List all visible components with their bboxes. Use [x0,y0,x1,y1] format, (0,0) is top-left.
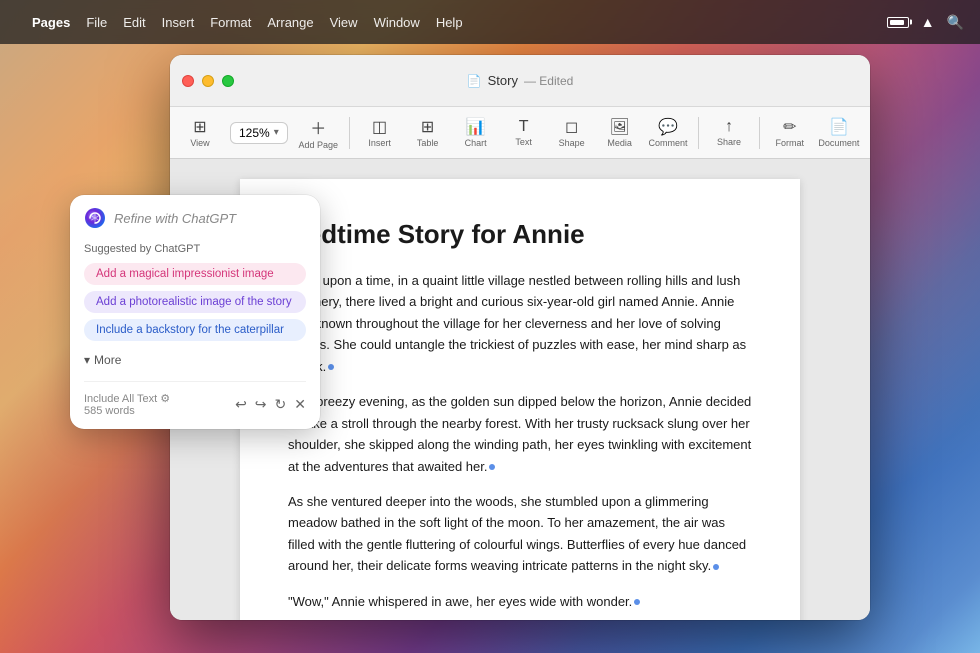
addpage-icon: ＋ [310,115,326,139]
menu-help[interactable]: Help [436,15,463,30]
traffic-lights [182,75,234,87]
format-label: Format [776,138,805,148]
chatgpt-input-row: Refine with ChatGPT [84,207,306,229]
more-button[interactable]: ▾ More [84,351,121,369]
toolbar-view-group: ⊞ View [178,113,222,152]
settings-icon[interactable]: ⚙ [160,393,170,405]
document-btn-icon: 📄 [829,117,849,137]
document-heading: Bedtime Story for Annie [288,219,752,250]
zoom-control[interactable]: 125% ▾ [230,122,288,144]
menubar-right: ▲ 🔍 [887,14,964,31]
suggestion-3[interactable]: Include a backstory for the caterpillar [84,319,306,341]
insert-icon: ◫ [372,117,387,137]
format-icon: ✏ [783,117,796,137]
suggested-by-label: Suggested by ChatGPT [84,243,306,255]
shape-label: Shape [559,138,585,148]
para-marker-3 [713,564,719,570]
menubar-items: File Edit Insert Format Arrange View Win… [86,15,886,30]
comment-icon: 💬 [658,117,678,137]
document-page: Bedtime Story for Annie Once upon a time… [240,179,800,620]
undo-button[interactable]: ↩ [235,396,247,413]
app-name[interactable]: Pages [32,15,70,30]
para-marker-4 [634,599,640,605]
suggestion-2[interactable]: Add a photorealistic image of the story [84,291,306,313]
toolbar-view-button[interactable]: ⊞ View [178,113,222,152]
view-icon: ⊞ [193,117,206,137]
comment-label: Comment [648,138,687,148]
addpage-label: Add Page [299,140,339,150]
text-label: Text [515,137,532,147]
toolbar-share-button[interactable]: ↑ Share [707,114,751,151]
document-edited-status: — Edited [524,74,573,88]
toolbar-divider-3 [759,117,760,149]
menu-view[interactable]: View [330,15,358,30]
menu-file[interactable]: File [86,15,107,30]
close-button[interactable]: ✕ [294,396,306,413]
paragraph-4: "Wow," Annie whispered in awe, her eyes … [288,591,752,612]
toolbar-shape-button[interactable]: ◻ Shape [550,113,594,152]
zoom-level: 125% [239,126,270,140]
toolbar-divider-2 [698,117,699,149]
menu-format[interactable]: Format [210,15,251,30]
toolbar-insert-button[interactable]: ◫ Insert [358,113,402,152]
menu-insert[interactable]: Insert [162,15,195,30]
chatgpt-panel: Refine with ChatGPT Suggested by ChatGPT… [70,195,320,429]
text-icon: T [519,118,529,136]
redo-button[interactable]: ↪ [255,396,267,413]
toolbar-chart-button[interactable]: 📊 Chart [454,113,498,152]
suggestions-list: Add a magical impressionist image Add a … [84,263,306,341]
toolbar-document-button[interactable]: 📄 Document [816,113,862,152]
view-label: View [190,138,209,148]
table-label: Table [417,138,439,148]
window-toolbar: ⊞ View 125% ▾ ＋ Add Page ◫ Insert ⊞ Tabl… [170,107,870,159]
chart-icon: 📊 [466,117,486,137]
toolbar-text-button[interactable]: T Text [502,114,546,151]
toolbar-table-button[interactable]: ⊞ Table [406,113,450,152]
battery-indicator [887,17,909,28]
document-title: Story [488,73,518,88]
toolbar-comment-button[interactable]: 💬 Comment [646,113,691,152]
toolbar-media-button[interactable]: 🖼 Media [598,113,642,152]
suggestion-1[interactable]: Add a magical impressionist image [84,263,306,285]
menu-window[interactable]: Window [374,15,420,30]
shape-icon: ◻ [565,117,578,137]
refresh-button[interactable]: ↻ [275,396,287,413]
window-minimize-button[interactable] [202,75,214,87]
panel-footer-text: Include All Text ⚙ 585 words [84,392,170,417]
toolbar-divider-1 [349,117,350,149]
insert-label: Insert [368,138,391,148]
menu-edit[interactable]: Edit [123,15,145,30]
chevron-down-icon: ▾ [84,353,90,367]
menu-arrange[interactable]: Arrange [267,15,313,30]
chart-label: Chart [465,138,487,148]
media-icon: 🖼 [609,117,629,137]
para-marker-1 [328,364,334,370]
spotlight-search-icon[interactable]: 🔍 [947,14,964,31]
window-maximize-button[interactable] [222,75,234,87]
window-title-area: 📄 Story — Edited [467,73,574,88]
menubar: Pages File Edit Insert Format Arrange Vi… [0,0,980,44]
panel-footer: Include All Text ⚙ 585 words ↩ ↪ ↻ ✕ [84,381,306,417]
table-icon: ⊞ [421,117,434,137]
share-label: Share [717,137,741,147]
document-label: Document [818,138,859,148]
include-all-text-label: Include All Text ⚙ [84,392,170,405]
toolbar-addpage-button[interactable]: ＋ Add Page [296,111,341,154]
paragraph-3: As she ventured deeper into the woods, s… [288,491,752,577]
share-icon: ↑ [725,118,733,136]
wifi-icon: ▲ [921,14,935,30]
document-icon: 📄 [467,74,482,88]
paragraph-1: Once upon a time, in a quaint little vil… [288,270,752,377]
panel-footer-actions: ↩ ↪ ↻ ✕ [235,396,306,413]
chatgpt-orb-icon [84,207,106,229]
window-titlebar: 📄 Story — Edited [170,55,870,107]
media-label: Media [607,138,632,148]
toolbar-format-button[interactable]: ✏ Format [768,113,812,152]
para-marker-2 [489,464,495,470]
chatgpt-input-placeholder[interactable]: Refine with ChatGPT [114,211,306,226]
window-close-button[interactable] [182,75,194,87]
paragraph-2: One breezy evening, as the golden sun di… [288,391,752,477]
word-count: 585 words [84,405,170,417]
zoom-dropdown-arrow: ▾ [274,127,279,138]
